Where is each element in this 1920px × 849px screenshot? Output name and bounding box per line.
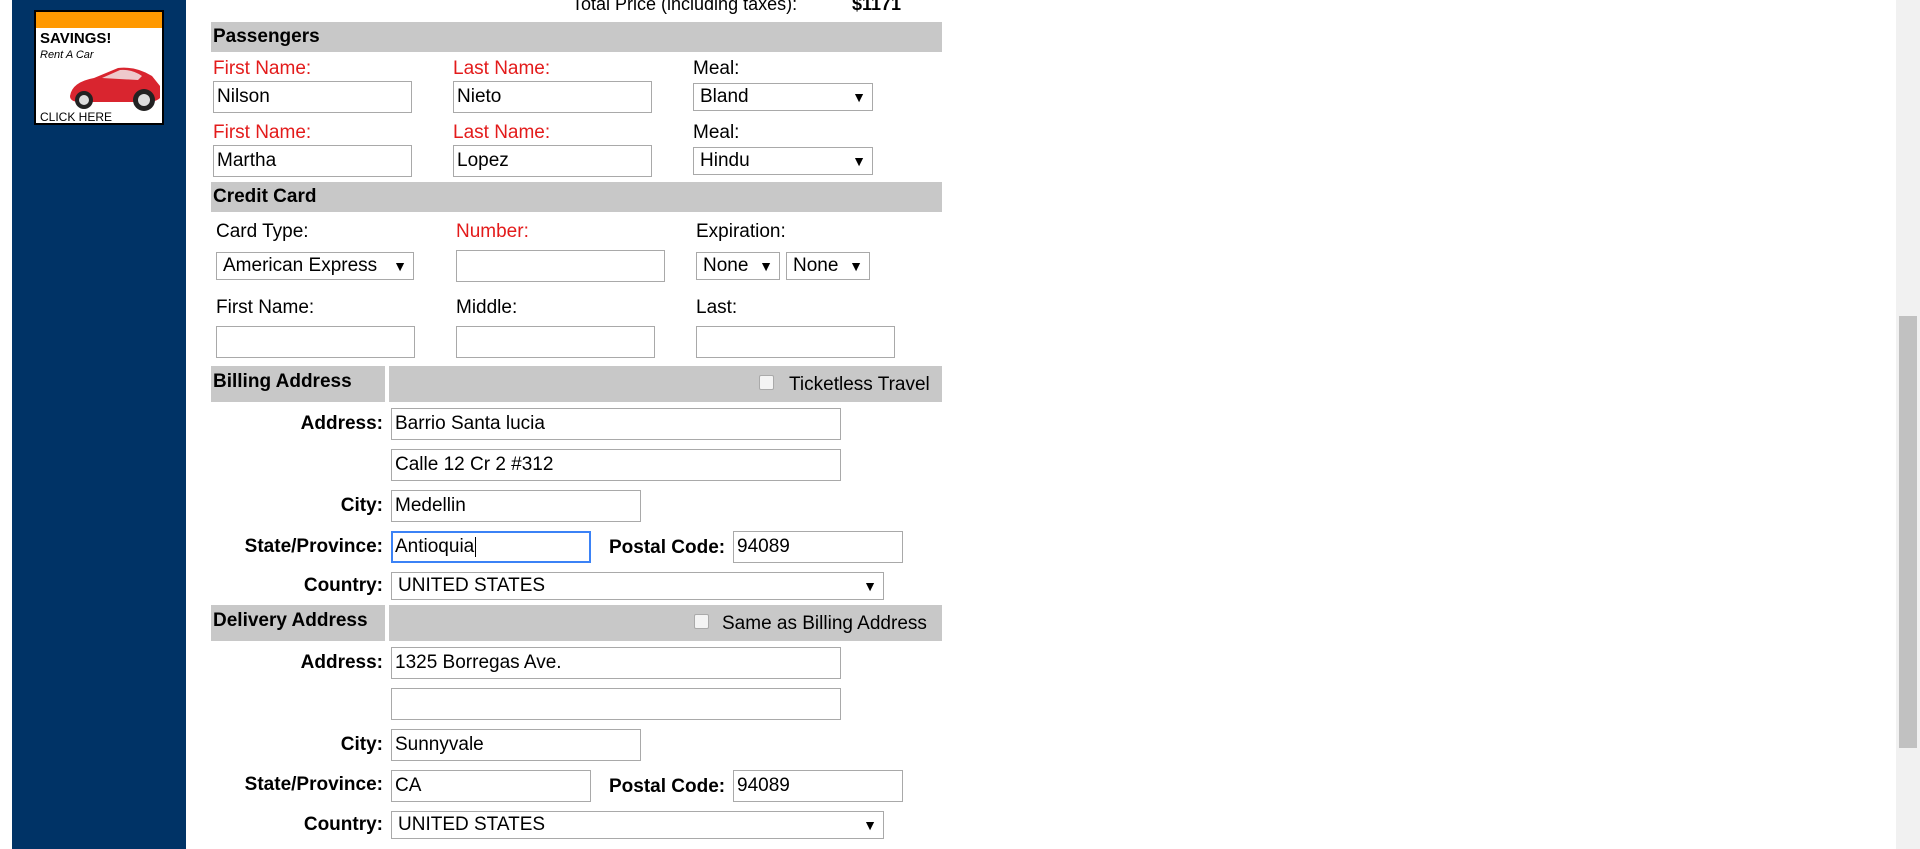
cardholder-middle-label: Middle:: [456, 297, 518, 318]
passenger-1-meal-select[interactable]: Bland ▼: [693, 83, 873, 111]
delivery-options-bar: Same as Billing Address: [389, 605, 942, 641]
dropdown-arrow-icon: ▼: [863, 578, 877, 594]
delivery-country-value: UNITED STATES: [398, 814, 546, 835]
scrollbar-thumb[interactable]: [1899, 316, 1917, 748]
passenger-2-meal-select[interactable]: Hindu ▼: [693, 147, 873, 175]
dropdown-arrow-icon: ▼: [849, 258, 863, 274]
left-sidebar: [12, 0, 186, 849]
delivery-city-input[interactable]: Sunnyvale: [391, 729, 641, 761]
ad-cta: CLICK HERE: [40, 110, 113, 124]
ad-top-bar: [36, 12, 162, 28]
cardholder-middle-input[interactable]: [456, 326, 655, 358]
delivery-address-line2-input[interactable]: [391, 688, 841, 720]
cardholder-last-input[interactable]: [696, 326, 895, 358]
delivery-postal-input[interactable]: 94089: [733, 770, 903, 802]
ticketless-travel-label: Ticketless Travel: [789, 374, 930, 395]
expiration-month-value: None: [703, 255, 749, 276]
passenger-1-last-name-input[interactable]: Nieto: [453, 81, 652, 113]
passenger-2-first-label: First Name:: [213, 122, 312, 143]
passenger-2-meal-label: Meal:: [693, 122, 740, 143]
card-number-input[interactable]: [456, 250, 665, 282]
card-number-label: Number:: [456, 221, 529, 242]
dropdown-arrow-icon: ▼: [393, 258, 407, 274]
billing-postal-input[interactable]: 94089: [733, 531, 903, 563]
billing-address-line2-input[interactable]: Calle 12 Cr 2 #312: [391, 449, 841, 481]
billing-address-label: Address:: [300, 413, 383, 434]
same-as-billing-checkbox[interactable]: [694, 614, 709, 629]
delivery-address-line1-input[interactable]: 1325 Borregas Ave.: [391, 647, 841, 679]
delivery-postal-label: Postal Code:: [609, 776, 726, 797]
total-price-value: $1171: [852, 0, 902, 14]
delivery-address-header: Delivery Address: [211, 605, 385, 641]
total-price-line: Total Price (including taxes): $1171: [572, 0, 901, 15]
expiration-year-select[interactable]: None ▼: [786, 252, 870, 280]
passenger-1-meal-label: Meal:: [693, 58, 740, 79]
cardholder-last-label: Last:: [696, 297, 738, 318]
billing-address-line1-input[interactable]: Barrio Santa lucia: [391, 408, 841, 440]
delivery-country-label: Country:: [303, 814, 383, 835]
delivery-country-select[interactable]: UNITED STATES ▼: [391, 811, 884, 839]
passenger-1-first-name-input[interactable]: Nilson: [213, 81, 412, 113]
expiration-year-value: None: [793, 255, 839, 276]
billing-country-select[interactable]: UNITED STATES ▼: [391, 572, 884, 600]
billing-address-header: Billing Address: [211, 366, 385, 402]
passengers-header: Passengers: [211, 22, 942, 52]
billing-postal-label: Postal Code:: [609, 537, 726, 558]
delivery-address-label: Address:: [300, 652, 383, 673]
dropdown-arrow-icon: ▼: [852, 89, 866, 105]
card-type-label: Card Type:: [216, 221, 309, 242]
total-price-label: Total Price (including taxes):: [572, 0, 798, 14]
dropdown-arrow-icon: ▼: [852, 153, 866, 169]
billing-city-label: City:: [340, 495, 383, 516]
billing-state-input[interactable]: Antioquia: [391, 531, 591, 563]
passenger-1-meal-value: Bland: [700, 86, 749, 107]
expiration-label: Expiration:: [696, 221, 786, 242]
credit-card-header: Credit Card: [211, 182, 942, 212]
same-as-billing-label: Same as Billing Address: [722, 613, 927, 634]
dropdown-arrow-icon: ▼: [759, 258, 773, 274]
passenger-2-meal-value: Hindu: [700, 150, 750, 171]
passenger-1-first-label: First Name:: [213, 58, 312, 79]
delivery-state-label: State/Province:: [244, 774, 383, 795]
billing-country-label: Country:: [303, 575, 383, 596]
passenger-2-last-label: Last Name:: [453, 122, 551, 143]
billing-options-bar: Ticketless Travel: [389, 366, 942, 402]
passenger-2-last-name-input[interactable]: Lopez: [453, 145, 652, 177]
billing-state-value: Antioquia: [395, 536, 475, 557]
vertical-scrollbar[interactable]: [1896, 0, 1920, 849]
billing-country-value: UNITED STATES: [398, 575, 546, 596]
card-type-value: American Express: [223, 255, 378, 276]
ticketless-travel-checkbox[interactable]: [759, 375, 774, 390]
passenger-1-last-label: Last Name:: [453, 58, 551, 79]
dropdown-arrow-icon: ▼: [863, 817, 877, 833]
rent-a-car-ad[interactable]: SAVINGS! Rent A Car CLICK HERE: [34, 10, 164, 125]
delivery-state-input[interactable]: CA: [391, 770, 591, 802]
cardholder-first-label: First Name:: [216, 297, 315, 318]
card-type-select[interactable]: American Express ▼: [216, 252, 414, 280]
billing-state-label: State/Province:: [244, 536, 383, 557]
car-icon: [70, 67, 160, 111]
cardholder-first-input[interactable]: [216, 326, 415, 358]
text-cursor: [475, 536, 477, 557]
ad-headline: SAVINGS!: [40, 30, 112, 47]
passenger-2-first-name-input[interactable]: Martha: [213, 145, 412, 177]
billing-city-input[interactable]: Medellin: [391, 490, 641, 522]
expiration-month-select[interactable]: None ▼: [696, 252, 780, 280]
delivery-city-label: City:: [340, 734, 383, 755]
